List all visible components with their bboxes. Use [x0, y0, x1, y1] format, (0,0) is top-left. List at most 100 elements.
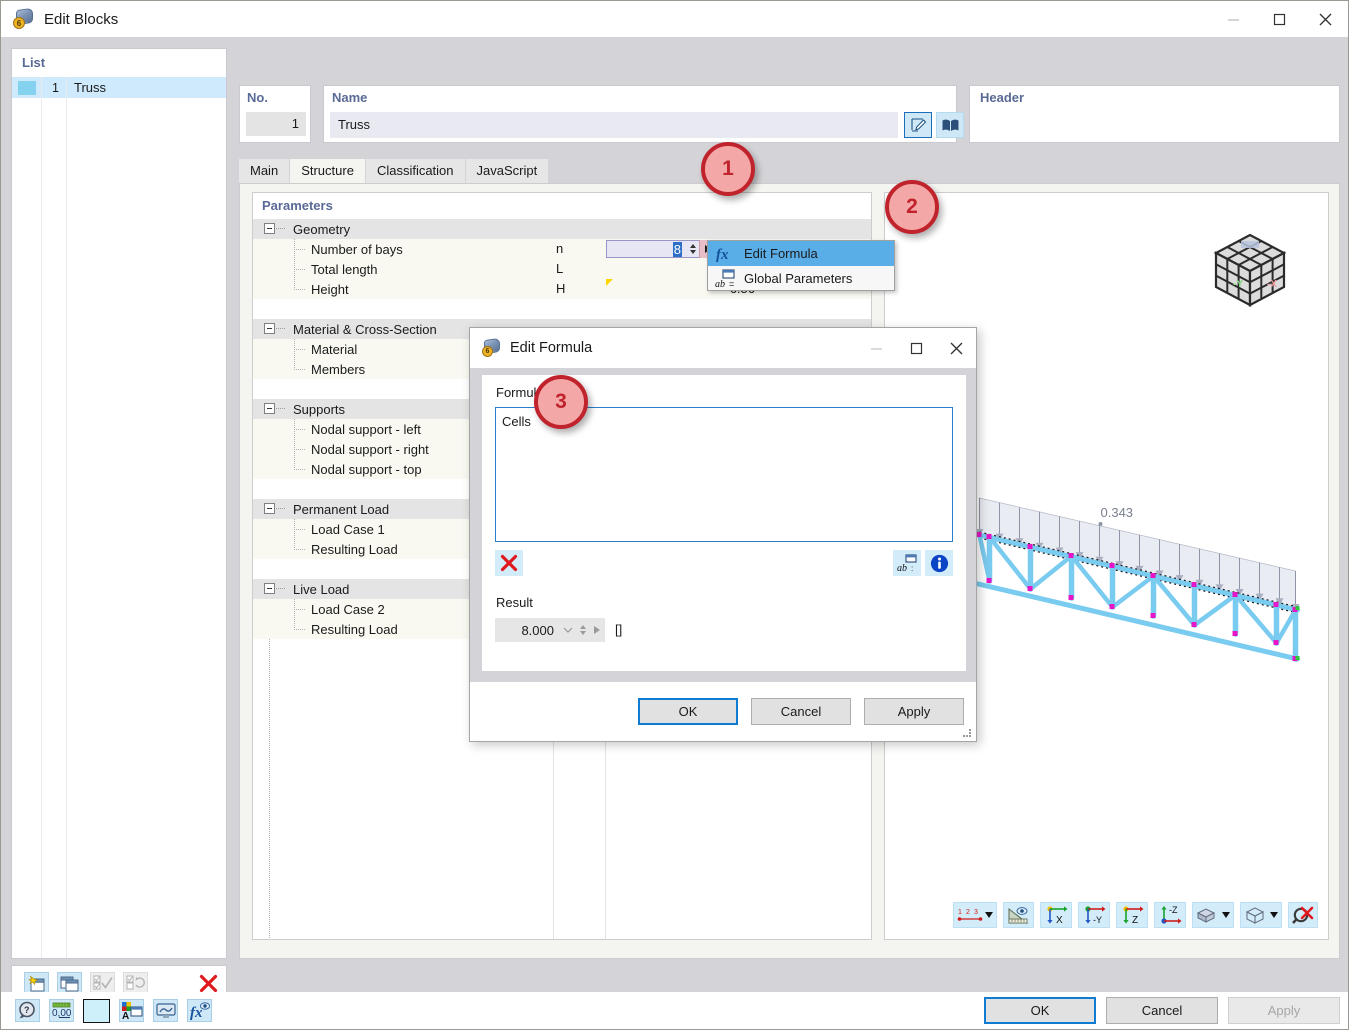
dialog-close-icon[interactable]	[936, 328, 976, 368]
tab-classification[interactable]: Classification	[366, 159, 465, 183]
name-input[interactable]: Truss	[330, 112, 898, 138]
number-of-bays-value: 8	[607, 242, 686, 257]
menu-item-label: Global Parameters	[744, 271, 852, 286]
collapse-icon[interactable]	[264, 503, 275, 514]
open-book-icon[interactable]	[936, 112, 964, 138]
load-value-label: 0.343	[1101, 505, 1134, 520]
svg-text:2: 2	[966, 909, 970, 916]
svg-text:3: 3	[974, 909, 978, 916]
result-spinner-arrows[interactable]	[576, 625, 589, 635]
navcube-y-label: -Y	[1233, 279, 1243, 290]
bottom-buttons: OK Cancel Apply	[984, 997, 1340, 1024]
axis-z-icon[interactable]: Z	[1116, 902, 1148, 928]
collapse-icon[interactable]	[264, 583, 275, 594]
info-circle-icon[interactable]	[925, 550, 953, 576]
color-palette-window-icon[interactable]: A	[119, 999, 144, 1022]
header-caption: Header	[970, 86, 1339, 107]
dialog-ok-button[interactable]: OK	[638, 698, 738, 725]
resize-grip[interactable]	[962, 728, 972, 738]
cancel-button[interactable]: Cancel	[1106, 997, 1218, 1024]
wire-cube-icon[interactable]	[1240, 902, 1282, 928]
list-panel: List 1 Truss	[11, 48, 227, 959]
callout-badge-1: 1	[701, 142, 755, 196]
list-grid: 1 Truss	[12, 77, 226, 958]
group-label: Geometry	[293, 222, 871, 237]
svg-text:?: ?	[24, 1005, 30, 1015]
blocks-icon: 6	[13, 8, 35, 30]
tab-structure[interactable]: Structure	[290, 159, 365, 183]
param-symbol: L	[553, 259, 605, 279]
close-icon[interactable]	[1302, 1, 1348, 37]
help-magnifier-icon[interactable]: ?	[15, 999, 40, 1022]
solid-blocks-icon[interactable]	[1192, 902, 1234, 928]
minimize-icon[interactable]	[1210, 1, 1256, 37]
result-field[interactable]: 8.000	[495, 618, 605, 642]
axis-minus-z-icon[interactable]: -Z	[1154, 902, 1186, 928]
apply-button[interactable]: Apply	[1228, 997, 1340, 1024]
number-caption: No.	[240, 86, 310, 107]
parameter-context-menu: fx Edit Formula ab = Global Parameters	[707, 240, 895, 291]
svg-text:Z: Z	[1132, 915, 1138, 925]
list-item[interactable]: 1 Truss	[12, 77, 226, 98]
insert-parameter-button[interactable]: ab :	[893, 550, 921, 576]
chevron-down-icon[interactable]	[985, 912, 993, 918]
dialog-minimize-icon[interactable]	[856, 328, 896, 368]
viewport-toolbar: 1 2 3	[895, 901, 1318, 929]
collapse-icon[interactable]	[264, 323, 275, 334]
chevron-down-icon[interactable]	[1222, 912, 1230, 918]
tab-main[interactable]: Main	[239, 159, 289, 183]
maximize-icon[interactable]	[1256, 1, 1302, 37]
fx-icon: fx	[708, 241, 744, 266]
color-swatch-icon[interactable]	[83, 999, 110, 1023]
magnifier-red-x-icon[interactable]	[1288, 902, 1318, 928]
window-controls	[1210, 1, 1348, 37]
navcube-x-label: -X	[1267, 279, 1277, 290]
bottom-tools: ? 0,00 A	[15, 999, 212, 1023]
dialog-title-bar: 6 Edit Formula	[470, 328, 976, 368]
table-row-spacer	[253, 299, 871, 319]
dialog-maximize-icon[interactable]	[896, 328, 936, 368]
dialog-footer: OK Cancel Apply	[470, 682, 976, 741]
collapse-icon[interactable]	[264, 223, 275, 234]
monitor-icon[interactable]	[153, 999, 178, 1022]
callout-badge-3: 3	[534, 375, 588, 429]
formula-actions-row: ab :	[495, 550, 953, 576]
units-000-icon[interactable]: 0,00	[49, 999, 74, 1022]
number-box: No. 1	[239, 85, 311, 143]
param-symbol: H	[553, 279, 605, 299]
svg-text:=: =	[729, 279, 734, 289]
menu-item-global-parameters[interactable]: ab = Global Parameters	[708, 266, 894, 291]
chevron-down-icon[interactable]	[1270, 912, 1278, 918]
pencil-edit-icon[interactable]	[904, 112, 932, 138]
block-color-swatch[interactable]	[12, 77, 41, 98]
result-dropdown-button[interactable]	[589, 626, 605, 634]
menu-item-label: Edit Formula	[744, 246, 818, 261]
svg-text:fx: fx	[716, 247, 729, 262]
result-chevron-down-icon[interactable]	[560, 627, 576, 634]
collapse-icon[interactable]	[264, 403, 275, 414]
axis-x-icon[interactable]: X	[1040, 902, 1072, 928]
menu-item-edit-formula[interactable]: fx Edit Formula	[708, 241, 894, 266]
dimension-123-icon[interactable]: 1 2 3	[953, 902, 997, 928]
spinner-arrows[interactable]	[686, 240, 699, 258]
dialog-title: Edit Formula	[510, 340, 592, 356]
ruler-eye-icon[interactable]	[1003, 902, 1034, 928]
result-unit: []	[615, 618, 622, 642]
window-title: Edit Blocks	[44, 11, 118, 28]
axis-minus-y-icon[interactable]: -Y	[1078, 902, 1110, 928]
ok-button[interactable]: OK	[984, 997, 1096, 1024]
clear-formula-button[interactable]	[495, 550, 523, 576]
dialog-window-controls	[856, 328, 976, 368]
fx-magnifier-icon[interactable]: fx	[187, 999, 212, 1022]
tab-javascript[interactable]: JavaScript	[466, 159, 549, 183]
navigation-cube[interactable]: -Y -X	[1208, 229, 1292, 311]
number-field[interactable]: 1	[246, 112, 306, 136]
svg-text:ab: ab	[715, 279, 725, 289]
dialog-apply-button[interactable]: Apply	[864, 698, 964, 725]
dialog-cancel-button[interactable]: Cancel	[751, 698, 851, 725]
title-bar: 6 Edit Blocks	[1, 1, 1348, 37]
svg-text:-Y: -Y	[1093, 915, 1102, 925]
table-row[interactable]: Geometry	[253, 219, 871, 239]
number-of-bays-input[interactable]: 8	[606, 240, 717, 258]
abc-parameters-icon: ab =	[708, 266, 744, 291]
